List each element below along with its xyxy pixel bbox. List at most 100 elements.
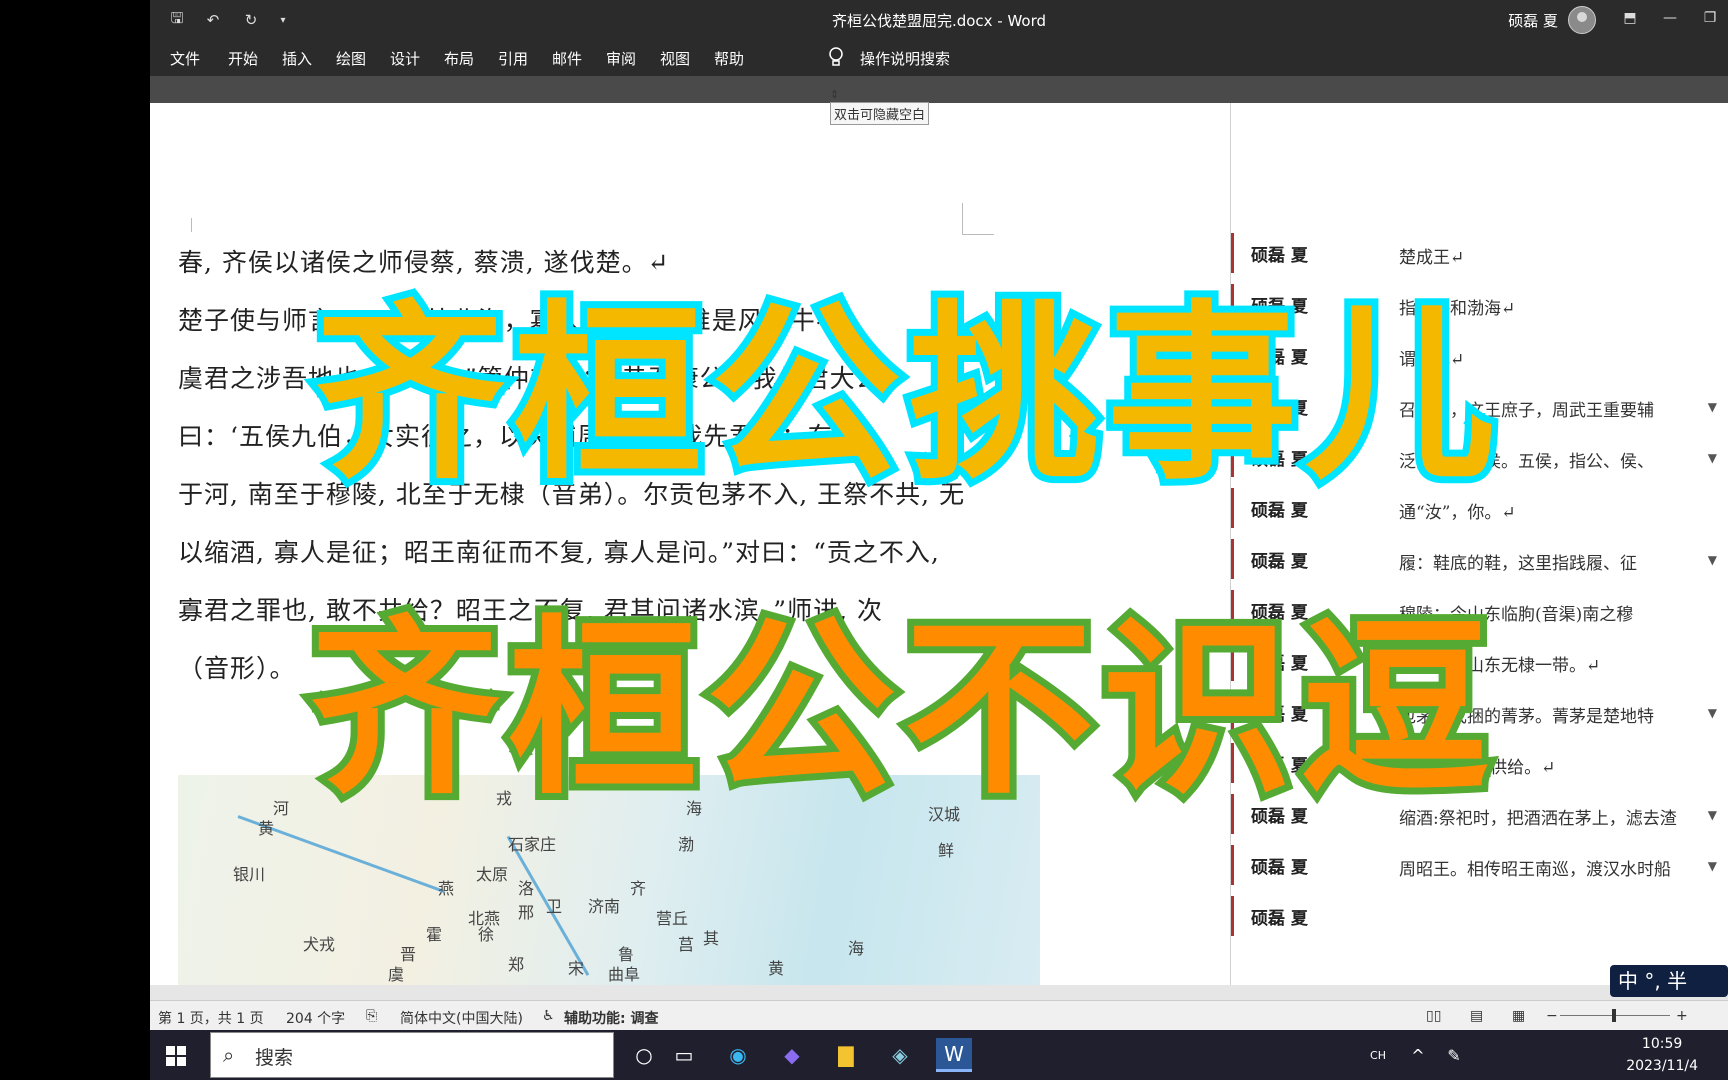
map-label: 济南 [588, 897, 621, 916]
map-label: 其 [703, 929, 720, 948]
word-window: 🖫 ↶ ↻ ▾ 齐桓公伐楚盟屈完.docx - Word 硕磊 夏 ⬒ — ❐ … [150, 0, 1728, 1080]
taskbar: ⌕ 搜索 ○ ▭ ◉ ◆ ▇ ◈ W CH ^ ✎ 10:59 2023/11/… [150, 1030, 1728, 1080]
margin-mark [962, 203, 994, 235]
map-label: 石家庄 [508, 835, 557, 854]
map-label: 渤 [678, 835, 695, 854]
map-label: 虞 [388, 965, 405, 984]
proofing-icon[interactable]: ⎘ [366, 1008, 377, 1024]
word-icon[interactable]: W [936, 1038, 972, 1072]
lightbulb-icon [829, 47, 843, 66]
web-layout-icon[interactable]: ▦ [1512, 1008, 1525, 1024]
tab-file[interactable]: 文件 [170, 48, 200, 69]
tab-view[interactable]: 视图 [660, 48, 690, 69]
map-label: 河 [273, 799, 290, 818]
page-count[interactable]: 第 1 页，共 1 页 [158, 1008, 264, 1028]
expand-icon[interactable]: ▼ [1708, 859, 1717, 873]
ime-lang[interactable]: CH [1360, 1038, 1396, 1072]
zoom-handle[interactable] [1612, 1009, 1616, 1022]
map-label: 燕 [438, 879, 455, 898]
time: 10:59 [1641, 1036, 1683, 1052]
comment[interactable]: 硕磊 夏 周昭王。相传昭王南巡，渡汉水时船 ▼ [1231, 845, 1728, 885]
read-mode-icon[interactable]: ▯▯ [1426, 1008, 1441, 1024]
map-label: 曲阜 [608, 965, 641, 984]
tab-home[interactable]: 开始 [228, 48, 258, 69]
comment-bar [1231, 896, 1234, 936]
expand-icon[interactable]: ▼ [1708, 706, 1717, 720]
overlay-title-1: 齐桓公挑事儿 [308, 277, 1504, 512]
accessibility-icon[interactable]: ♿ [542, 1008, 555, 1024]
map-label: 洛 [518, 879, 535, 898]
search-placeholder: 搜索 [255, 1047, 294, 1069]
tab-layout[interactable]: 布局 [444, 48, 474, 69]
ribbon-tabs: 文件 开始 插入 绘图 设计 布局 引用 邮件 审阅 视图 帮助 操作说明搜索 [150, 38, 1728, 76]
language[interactable]: 简体中文(中国大陆) [400, 1008, 523, 1028]
comment-author: 硕磊 夏 [1251, 858, 1308, 878]
tab-references[interactable]: 引用 [498, 48, 528, 69]
tab-insert[interactable]: 插入 [282, 48, 312, 69]
zoom-in-icon[interactable]: + [1676, 1008, 1688, 1024]
tab-help[interactable]: 帮助 [714, 48, 744, 69]
map-label: 郑 [508, 955, 525, 974]
map-label: 徐 [478, 925, 495, 944]
tab-design[interactable]: 设计 [390, 48, 420, 69]
map-label: 黄 [258, 819, 275, 838]
overlay-title-2: 齐桓公不识逗 [303, 592, 1499, 827]
windows-start-icon[interactable] [166, 1046, 186, 1066]
clock[interactable]: 10:59 2023/11/4 [1626, 1033, 1698, 1077]
ime-indicator[interactable]: 中 °, 半 [1610, 965, 1728, 997]
map-label: 鲜 [938, 841, 955, 860]
user-name[interactable]: 硕磊 夏 [1508, 10, 1558, 31]
map-label: 卫 [546, 897, 563, 916]
print-layout-icon[interactable]: ▤ [1470, 1008, 1483, 1024]
document-page[interactable]: 春, 齐侯以诸侯之师侵蔡, 蔡溃, 遂伐楚。↵ 楚子使与师言曰：“君处北海，寡人… [150, 103, 1230, 985]
map-label: 海 [848, 939, 865, 958]
edge-icon[interactable]: ◉ [720, 1038, 756, 1072]
status-bar: 第 1 页，共 1 页 204 个字 ⎘ 简体中文(中国大陆) ♿ 辅助功能: … [150, 1000, 1728, 1030]
accessibility-status[interactable]: 辅助功能: 调查 [564, 1008, 658, 1028]
doc-line[interactable]: （音形）。 [178, 649, 296, 685]
task-view-icon[interactable]: ▭ [666, 1038, 702, 1072]
zoom-out-icon[interactable]: − [1546, 1008, 1558, 1024]
ribbon-display-icon[interactable]: ⬒ [1616, 6, 1644, 30]
app-icon[interactable]: ◈ [882, 1038, 918, 1072]
comment-text: 周昭王。相传昭王南巡，渡汉水时船 [1399, 860, 1671, 880]
app-icon[interactable]: ◆ [774, 1038, 810, 1072]
hide-whitespace-icon[interactable]: ⇕ [830, 88, 839, 101]
chevron-up-icon[interactable]: ^ [1400, 1038, 1436, 1072]
title-bar: 🖫 ↶ ↻ ▾ 齐桓公伐楚盟屈完.docx - Word 硕磊 夏 ⬒ — ❐ [150, 0, 1728, 38]
expand-icon[interactable]: ▼ [1708, 808, 1717, 822]
tab-draw[interactable]: 绘图 [336, 48, 366, 69]
expand-icon[interactable]: ▼ [1708, 451, 1717, 465]
expand-icon[interactable]: ▼ [1708, 553, 1717, 567]
date: 2023/11/4 [1626, 1058, 1698, 1074]
tooltip: 双击可隐藏空白 [830, 102, 930, 125]
cortana-icon[interactable]: ○ [626, 1038, 662, 1072]
ruler-strip [150, 76, 1728, 103]
map-label: 宋 [568, 959, 585, 978]
map-label: 齐 [630, 879, 647, 898]
file-explorer-icon[interactable]: ▇ [828, 1038, 864, 1072]
map-label: 莒 [678, 935, 695, 954]
comment[interactable]: 硕磊 夏 [1231, 896, 1728, 936]
tell-me-search[interactable]: 操作说明搜索 [860, 48, 950, 69]
minimize-icon[interactable]: — [1656, 6, 1684, 30]
document-title: 齐桓公伐楚盟屈完.docx - Word [831, 12, 1047, 30]
avatar[interactable] [1568, 6, 1596, 34]
taskbar-search[interactable]: ⌕ 搜索 [210, 1032, 614, 1078]
margin-mark [178, 218, 192, 232]
restore-icon[interactable]: ❐ [1696, 6, 1724, 30]
search-icon: ⌕ [223, 1043, 235, 1067]
map-label: 犬戎 [303, 935, 336, 954]
comment-author: 硕磊 夏 [1251, 909, 1308, 929]
comment-bar [1231, 845, 1234, 885]
map-label: 黄 [768, 959, 785, 978]
map-label: 太原 [476, 865, 509, 884]
pen-icon[interactable]: ✎ [1436, 1038, 1472, 1072]
comments-pane: 硕磊 夏楚成王↵ 硕磊 夏指渤海和渤海↵ 硕磊 夏谓风化↵ 硕磊 夏召康公，文王… [1230, 103, 1728, 985]
tab-mailings[interactable]: 邮件 [552, 48, 582, 69]
tab-review[interactable]: 审阅 [606, 48, 636, 69]
map-label: 邢 [518, 903, 535, 922]
expand-icon[interactable]: ▼ [1708, 400, 1717, 414]
word-count[interactable]: 204 个字 [286, 1008, 345, 1028]
map-label: 营丘 [656, 909, 689, 928]
